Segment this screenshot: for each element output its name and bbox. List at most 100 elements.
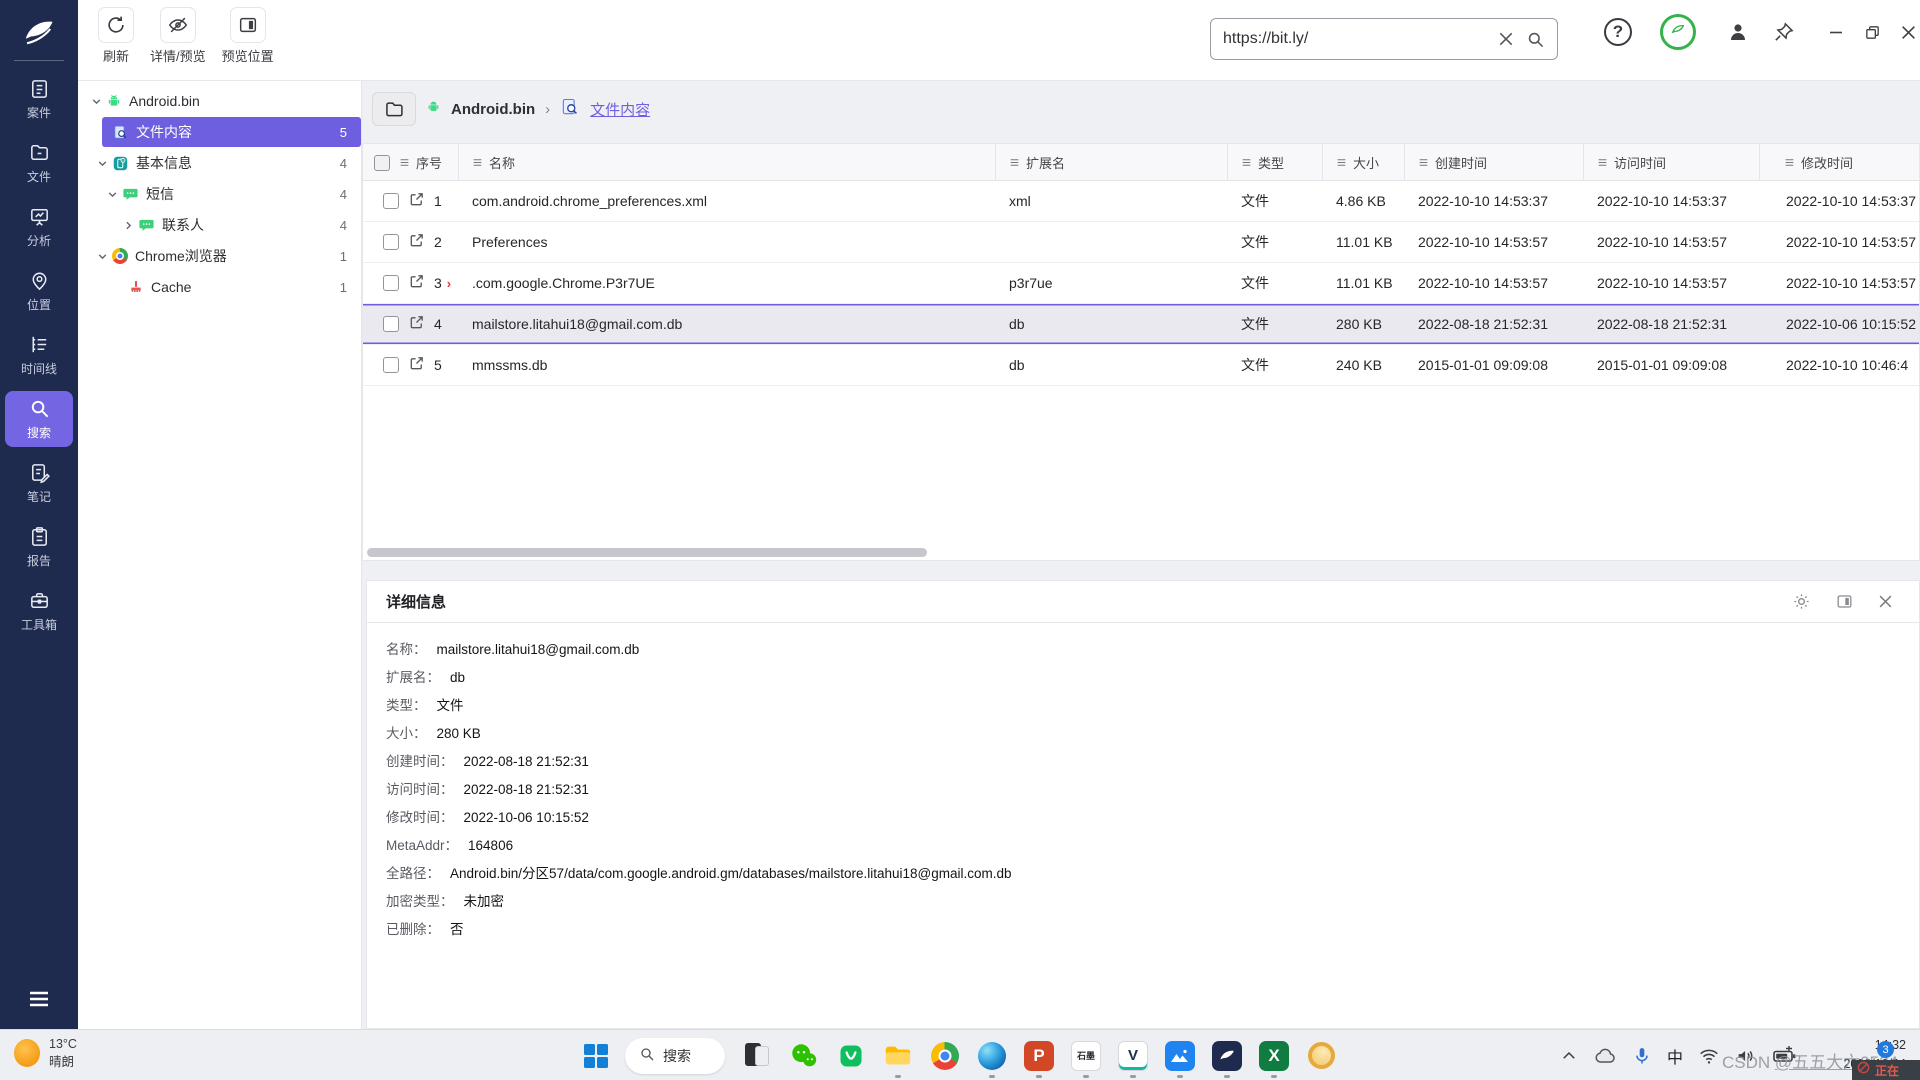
sidebar-item-files[interactable]: 文件 bbox=[5, 131, 73, 195]
chevron-down-icon[interactable] bbox=[104, 189, 120, 200]
sidebar-item-report[interactable]: 报告 bbox=[5, 515, 73, 579]
brand-status-button[interactable] bbox=[1660, 14, 1696, 50]
header-size[interactable]: 大小 bbox=[1323, 144, 1405, 181]
tree-item-badge: 4 bbox=[340, 187, 361, 202]
chevron-down-icon[interactable] bbox=[88, 96, 104, 107]
sidebar-item-toolbox[interactable]: 工具箱 bbox=[5, 579, 73, 643]
chrome-icon[interactable] bbox=[930, 1041, 960, 1071]
search-submit-icon[interactable] bbox=[1526, 30, 1545, 49]
open-external-icon[interactable] bbox=[408, 314, 425, 334]
tree-item-basic-info[interactable]: 基本信息 4 bbox=[78, 148, 361, 178]
header-modified[interactable]: 修改时间 bbox=[1760, 144, 1920, 181]
row-checkbox[interactable] bbox=[383, 193, 399, 209]
chevron-down-icon[interactable] bbox=[94, 251, 110, 262]
sidebar-item-case[interactable]: 案件 bbox=[5, 67, 73, 131]
chevron-down-icon[interactable] bbox=[94, 158, 110, 169]
details-close-button[interactable] bbox=[1878, 594, 1893, 609]
snipping-tool-icon[interactable] bbox=[742, 1041, 772, 1071]
header-ext[interactable]: 扩展名 bbox=[996, 144, 1228, 181]
pin-button[interactable] bbox=[1772, 21, 1795, 44]
sidebar-item-notes[interactable]: 笔记 bbox=[5, 451, 73, 515]
edge-icon[interactable] bbox=[977, 1041, 1007, 1071]
store-app-icon[interactable] bbox=[836, 1041, 866, 1071]
tree-item-android-bin[interactable]: Android.bin bbox=[78, 86, 361, 116]
wechat-icon[interactable] bbox=[789, 1041, 819, 1071]
taskbar-weather-widget[interactable]: 13°C晴朗 bbox=[14, 1035, 77, 1071]
header-created[interactable]: 创建时间 bbox=[1405, 144, 1584, 181]
shimo-docs-icon[interactable]: 石墨 bbox=[1071, 1041, 1101, 1071]
chevron-right-icon[interactable] bbox=[120, 220, 136, 231]
header-accessed[interactable]: 访问时间 bbox=[1584, 144, 1760, 181]
start-button[interactable] bbox=[584, 1044, 608, 1068]
help-button[interactable]: ? bbox=[1604, 18, 1632, 46]
tree-item-label: 短信 bbox=[146, 184, 174, 204]
column-label: 类型 bbox=[1258, 153, 1284, 172]
open-external-icon[interactable] bbox=[408, 232, 425, 252]
clear-icon[interactable] bbox=[1498, 31, 1514, 47]
tree-item-file-content[interactable]: 文件内容 5 bbox=[102, 117, 361, 147]
file-explorer-icon[interactable] bbox=[883, 1041, 913, 1071]
search-input[interactable] bbox=[1223, 30, 1486, 48]
sidebar-item-search[interactable]: 搜索 bbox=[5, 391, 73, 447]
powerpoint-icon[interactable]: P bbox=[1024, 1041, 1054, 1071]
breadcrumb-root[interactable]: Android.bin bbox=[451, 101, 535, 118]
mountain-app-icon[interactable] bbox=[1165, 1041, 1195, 1071]
preview-position-button[interactable]: 预览位置 bbox=[222, 7, 274, 65]
header-name[interactable]: 名称 bbox=[459, 144, 996, 181]
sidebar-item-location[interactable]: 位置 bbox=[5, 259, 73, 323]
excel-icon[interactable]: X bbox=[1259, 1041, 1289, 1071]
row-checkbox[interactable] bbox=[383, 275, 399, 291]
folder-view-button[interactable] bbox=[372, 92, 416, 126]
row-checkbox[interactable] bbox=[383, 234, 399, 250]
header-type[interactable]: 类型 bbox=[1228, 144, 1323, 181]
select-all-checkbox[interactable] bbox=[374, 155, 390, 171]
row-ext: p3r7ue bbox=[996, 275, 1228, 291]
vc-app-icon[interactable]: V bbox=[1118, 1041, 1148, 1071]
toast-notification[interactable]: 正在 bbox=[1852, 1060, 1920, 1080]
table-row[interactable]: 5 mmssms.db db 文件 240 KB 2015-01-01 09:0… bbox=[363, 345, 1919, 386]
user-account-button[interactable] bbox=[1726, 20, 1750, 44]
breadcrumb-current-link[interactable]: 文件内容 bbox=[590, 99, 650, 120]
details-title: 详细信息 bbox=[386, 591, 446, 612]
microphone-icon[interactable] bbox=[1632, 1046, 1652, 1066]
tree-item-sms[interactable]: 短信 4 bbox=[78, 179, 361, 209]
table-row[interactable]: 2 Preferences 文件 11.01 KB 2022-10-10 14:… bbox=[363, 222, 1919, 263]
row-checkbox[interactable] bbox=[383, 316, 399, 332]
row-checkbox[interactable] bbox=[383, 357, 399, 373]
tray-chevron-up-icon[interactable] bbox=[1560, 1047, 1578, 1065]
open-external-icon[interactable] bbox=[408, 191, 425, 211]
sidebar-item-label: 分析 bbox=[27, 232, 51, 249]
horizontal-scrollbar[interactable] bbox=[367, 548, 927, 557]
table-row-selected[interactable]: 4 mailstore.litahui18@gmail.com.db db 文件… bbox=[363, 304, 1919, 345]
sidebar-menu-button[interactable] bbox=[0, 990, 78, 1013]
table-row[interactable]: 3› .com.google.Chrome.P3r7UE p3r7ue 文件 1… bbox=[363, 263, 1919, 304]
close-button[interactable] bbox=[1893, 17, 1920, 47]
forensic-app-icon[interactable] bbox=[1212, 1041, 1242, 1071]
header-seq[interactable]: 序号 bbox=[363, 144, 459, 181]
open-external-icon[interactable] bbox=[408, 355, 425, 375]
battery-icon[interactable] bbox=[1772, 1045, 1798, 1067]
tree-item-contacts[interactable]: 联系人 4 bbox=[78, 210, 361, 240]
ime-indicator[interactable]: 中 bbox=[1667, 1044, 1683, 1068]
tree-item-chrome[interactable]: Chrome浏览器 1 bbox=[78, 241, 361, 271]
details-panel-toggle-button[interactable] bbox=[1835, 592, 1854, 611]
notification-badge[interactable]: 3 bbox=[1877, 1041, 1894, 1058]
detail-field-type: 类型：文件 bbox=[386, 692, 1900, 720]
details-settings-button[interactable] bbox=[1792, 592, 1811, 611]
row-modified: 2022-10-10 14:53:57 bbox=[1760, 275, 1920, 291]
tree-item-cache[interactable]: Cache 1 bbox=[78, 272, 361, 302]
detail-preview-button[interactable]: 详情/预览 bbox=[150, 7, 206, 65]
table-row[interactable]: 1 com.android.chrome_preferences.xml xml… bbox=[363, 181, 1919, 222]
wifi-icon[interactable] bbox=[1698, 1045, 1720, 1067]
column-menu-icon bbox=[1597, 157, 1608, 168]
onedrive-cloud-icon[interactable] bbox=[1593, 1044, 1617, 1068]
taskbar-search[interactable]: 搜索 bbox=[625, 1038, 725, 1074]
open-external-icon[interactable] bbox=[408, 273, 425, 293]
gold-app-icon[interactable] bbox=[1306, 1041, 1336, 1071]
restore-button[interactable] bbox=[1857, 17, 1887, 47]
sidebar-item-analysis[interactable]: 分析 bbox=[5, 195, 73, 259]
minimize-button[interactable] bbox=[1821, 17, 1851, 47]
refresh-button[interactable]: 刷新 bbox=[98, 7, 134, 65]
sidebar-item-timeline[interactable]: 时间线 bbox=[5, 323, 73, 387]
volume-icon[interactable] bbox=[1735, 1045, 1757, 1067]
